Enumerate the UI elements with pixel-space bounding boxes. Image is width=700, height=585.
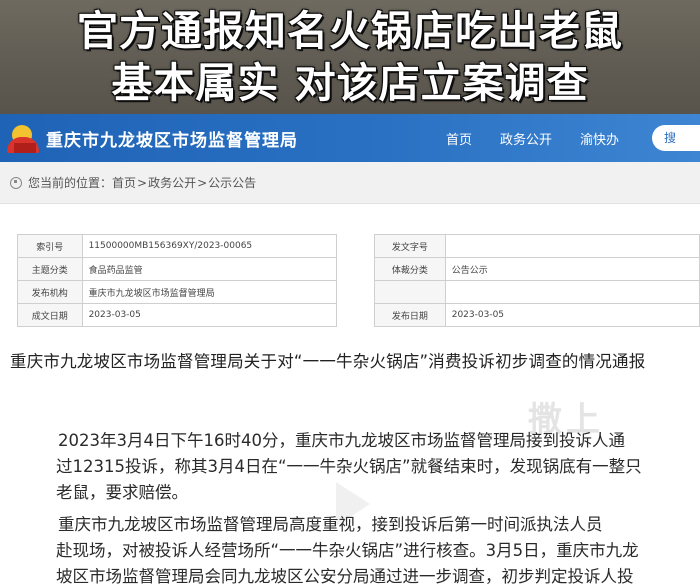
paragraph-line: 赴现场，对被投诉人经营场所“一一牛杂火锅店”进行核查。3月5日，重庆市九龙	[56, 541, 639, 560]
meta-value-topic: 食品药品监管	[81, 257, 337, 281]
breadcrumb-public-notice[interactable]: 公示公告	[208, 174, 256, 191]
breadcrumb-gov-affairs[interactable]: 政务公开	[148, 174, 196, 191]
table-row: 主题分类 食品药品监管 体裁分类 公告公示	[17, 257, 700, 281]
nav-item-yukuaiban[interactable]: 渝快办	[580, 129, 619, 148]
meta-value-genre: 公告公示	[444, 257, 700, 281]
headline-line-1: 官方通报知名火锅店吃出老鼠	[77, 7, 623, 55]
breadcrumb-prefix: 您当前的位置：	[28, 176, 113, 190]
nav-item-home[interactable]: 首页	[446, 129, 472, 148]
meta-label-written-date: 成文日期	[17, 303, 83, 327]
meta-value-publisher: 重庆市九龙坡区市场监督管理局	[81, 280, 337, 304]
nav-item-gov-affairs[interactable]: 政务公开	[500, 129, 552, 148]
document-meta-table: 索引号 11500000MB156369XY/2023-00065 发文字号 主…	[17, 234, 700, 327]
breadcrumb-home[interactable]: 首页	[112, 174, 136, 191]
site-header: 重庆市九龙坡区市场监督管理局 首页 政务公开 渝快办 搜	[0, 114, 700, 162]
meta-label-genre: 体裁分类	[374, 257, 446, 281]
paragraph-line: 过12315投诉，称其3月4日在“一一牛杂火锅店”就餐结束时，发现锅底有一整只	[56, 457, 642, 476]
location-icon	[10, 176, 22, 189]
article-title: 重庆市九龙坡区市场监督管理局关于对“一一牛杂火锅店”消费投诉初步调查的情况通报	[10, 352, 646, 371]
meta-label-publisher: 发布机构	[17, 280, 83, 304]
meta-label-doc-no: 发文字号	[374, 234, 446, 258]
meta-label-index-no: 索引号	[17, 234, 83, 258]
meta-label-publish-date: 发布日期	[374, 303, 446, 327]
meta-value-index-no: 11500000MB156369XY/2023-00065	[81, 234, 337, 258]
meta-label-empty	[374, 280, 446, 304]
table-row: 发布机构 重庆市九龙坡区市场监督管理局	[17, 280, 700, 304]
meta-value-doc-no	[444, 234, 700, 258]
breadcrumb-separator: >	[197, 175, 208, 190]
site-title[interactable]: 重庆市九龙坡区市场监督管理局	[46, 126, 298, 151]
paragraph-line: 坡区市场监督管理局会同九龙坡区公安分局通过进一步调查，初步判定投诉人投	[56, 567, 634, 585]
headline-line-2: 基本属实 对该店立案调查	[111, 59, 589, 107]
meta-value-written-date: 2023-03-05	[81, 303, 337, 327]
meta-value-empty	[444, 280, 700, 304]
paragraph-line: 2023年3月4日下午16时40分，重庆市九龙坡区市场监督管理局接到投诉人通	[58, 431, 625, 450]
main-nav: 首页 政务公开 渝快办	[446, 114, 647, 162]
breadcrumb-separator: >	[137, 175, 148, 190]
meta-value-publish-date: 2023-03-05	[444, 303, 700, 327]
search-button[interactable]: 搜	[652, 125, 700, 151]
article-paragraph-2: 重庆市九龙坡区市场监督管理局高度重视，接到投诉后第一时间派执法人员 赴现场，对被…	[0, 512, 700, 585]
headline-overlay: 官方通报知名火锅店吃出老鼠 基本属实 对该店立案调查	[0, 0, 700, 114]
paragraph-line: 重庆市九龙坡区市场监督管理局高度重视，接到投诉后第一时间派执法人员	[58, 515, 603, 534]
table-row: 索引号 11500000MB156369XY/2023-00065 发文字号	[17, 234, 700, 258]
site-logo-icon[interactable]	[6, 121, 40, 155]
table-row: 成文日期 2023-03-05 发布日期 2023-03-05	[17, 303, 700, 327]
meta-label-topic: 主题分类	[17, 257, 83, 281]
breadcrumb: 您当前的位置： 首页 > 政务公开 > 公示公告	[0, 162, 700, 204]
